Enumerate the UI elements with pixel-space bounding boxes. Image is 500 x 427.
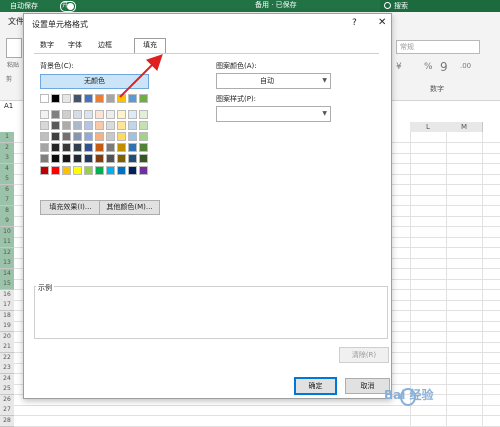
watermark-text: Bai 经验 [384,388,434,402]
annotation-arrow [119,54,163,98]
baidu-watermark: Bai 经验 [378,375,500,419]
